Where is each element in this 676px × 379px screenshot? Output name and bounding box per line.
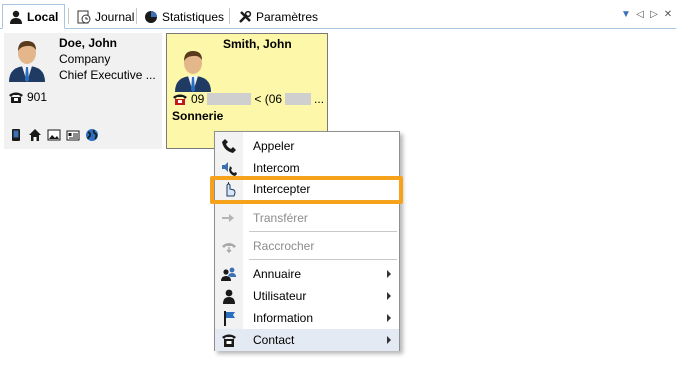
contact-job-title: Chief Executive ... — [59, 68, 156, 82]
picture-icon[interactable] — [47, 128, 61, 142]
tab-statistiques[interactable]: Statistiques — [138, 6, 230, 28]
scroll-right-button[interactable]: ▷ — [649, 9, 659, 21]
tab-label: Local — [27, 9, 59, 24]
contact-card-doe[interactable]: Doe, John Company Chief Executive ... 90… — [4, 33, 162, 149]
redacted-number — [285, 93, 312, 105]
home-icon[interactable] — [28, 128, 42, 142]
menu-item-label: Contact — [253, 333, 295, 347]
menu-item-contact[interactable]: Contact — [215, 329, 399, 351]
business-card-icon[interactable] — [66, 128, 80, 142]
contact-name: Smith, John — [223, 37, 292, 51]
menu-item-raccrocher[interactable]: Raccrocher — [215, 235, 399, 257]
transfer-hand-icon — [222, 214, 234, 222]
scroll-left-button[interactable]: ◁ — [635, 9, 645, 21]
contact-call-row: 09 < (06 ... — [172, 92, 324, 106]
desk-phone-icon — [222, 334, 236, 347]
contact-phone-row: 901 — [8, 90, 47, 104]
intercom-icon — [222, 162, 237, 176]
globe-icon[interactable] — [85, 128, 99, 142]
menu-item-label: Transférer — [253, 211, 308, 225]
submenu-arrow-icon — [387, 292, 391, 300]
menu-item-label: Intercom — [253, 161, 300, 175]
caller-number: 09 — [191, 92, 205, 106]
contact-actions — [9, 128, 99, 142]
context-menu: Appeler Intercom Intercepter Transférer … — [214, 131, 400, 351]
number-ellipsis: ... — [314, 92, 325, 106]
menu-item-label: Utilisateur — [253, 289, 307, 303]
avatar — [175, 51, 211, 92]
submenu-arrow-icon — [387, 270, 391, 278]
redacted-number — [207, 93, 252, 105]
user-icon — [223, 289, 235, 304]
tab-label: Journal — [95, 10, 135, 24]
menu-separator — [249, 231, 397, 232]
tools-icon — [239, 10, 252, 23]
phone-handset-icon — [222, 139, 236, 153]
tab-local[interactable]: Local — [2, 4, 66, 29]
menu-item-utilisateur[interactable]: Utilisateur — [215, 285, 399, 307]
contact-extension: 901 — [27, 90, 48, 104]
desk-phone-icon — [9, 92, 23, 103]
menu-separator — [249, 259, 397, 260]
hang-up-icon — [222, 243, 236, 253]
tab-journal[interactable]: Journal — [70, 6, 140, 28]
contact-company: Company — [59, 52, 111, 66]
directory-icon — [221, 267, 236, 281]
highlight-box — [210, 176, 403, 204]
submenu-arrow-icon — [387, 314, 391, 322]
menu-item-annuaire[interactable]: Annuaire — [215, 263, 399, 285]
menu-item-label: Appeler — [253, 139, 295, 153]
menu-item-label: Information — [253, 311, 314, 325]
ringing-phone-icon — [173, 94, 187, 105]
pie-chart-icon — [145, 11, 157, 23]
menu-item-appeler[interactable]: Appeler — [215, 135, 399, 157]
tab-label: Statistiques — [162, 10, 225, 24]
mobile-icon[interactable] — [9, 128, 23, 142]
user-icon — [10, 10, 22, 24]
journal-icon — [77, 10, 91, 24]
tab-divider — [68, 8, 69, 24]
tab-label: Paramètres — [256, 10, 319, 24]
tab-bar: Local Journal Statistiques Paramètres ▼ … — [0, 0, 676, 29]
menu-item-transferer[interactable]: Transférer — [215, 207, 399, 229]
tab-list-dropdown[interactable]: ▼ — [621, 9, 631, 21]
close-tab-button[interactable]: ✕ — [663, 9, 673, 21]
menu-item-information[interactable]: Information — [215, 307, 399, 329]
tab-parametres[interactable]: Paramètres — [232, 6, 324, 28]
menu-item-label: Raccrocher — [253, 239, 315, 253]
submenu-arrow-icon — [387, 336, 391, 344]
contact-name: Doe, John — [59, 36, 118, 50]
tab-divider — [136, 8, 137, 24]
flag-icon — [224, 311, 235, 326]
tab-divider — [229, 8, 230, 24]
avatar — [9, 41, 45, 82]
call-status: Sonnerie — [172, 109, 224, 123]
callee-number: < (06 — [254, 92, 283, 106]
menu-item-label: Annuaire — [253, 267, 302, 281]
